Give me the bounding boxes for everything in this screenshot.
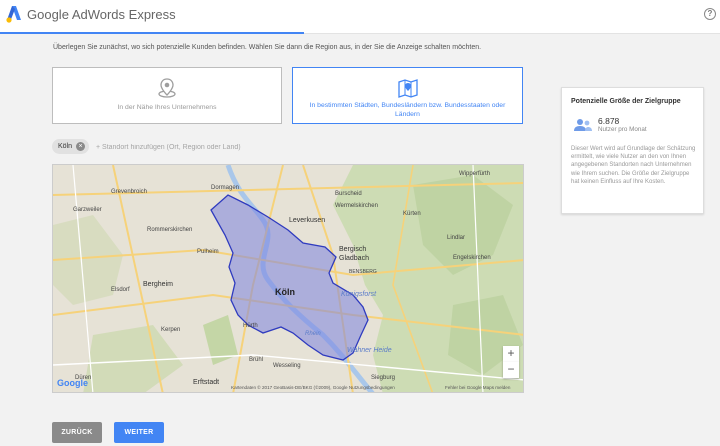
map-label: Rommerskirchen xyxy=(147,227,193,233)
map-label: Bergisch Gladbach xyxy=(339,246,369,262)
map-label: Rhein xyxy=(305,331,321,337)
map-label: Wipperfürth xyxy=(459,171,491,177)
progress-accent-bar xyxy=(0,32,304,34)
option-near-business-label: In der Nähe Ihres Unternehmens xyxy=(117,104,217,111)
report-map-error-link[interactable]: Fehler bei Google Maps melden xyxy=(445,385,510,390)
option-specific-areas[interactable]: In bestimmten Städten, Bundesländern bzw… xyxy=(292,67,523,124)
map-label: BENSBERG xyxy=(349,269,377,275)
map-label: Garzweiler xyxy=(73,207,102,213)
audience-size-panel: Potenzielle Größe der Zielgruppe 6.878 N… xyxy=(561,87,704,214)
people-icon xyxy=(574,119,592,131)
app-title: Google AdWords Express xyxy=(27,7,176,22)
zoom-in-button[interactable]: + xyxy=(503,346,519,362)
map-label: Grevenbroich xyxy=(111,189,148,195)
map-label: Engelskirchen xyxy=(453,255,491,261)
map-label: Brühl xyxy=(249,357,264,363)
adwords-logo-icon xyxy=(6,6,21,23)
back-button[interactable]: ZURÜCK xyxy=(52,422,102,443)
add-location-input[interactable] xyxy=(96,141,296,153)
map-label: Erftstadt xyxy=(193,379,220,386)
map-label: Königsforst xyxy=(341,291,377,298)
google-logo: Google xyxy=(57,378,88,388)
map-label: Siegburg xyxy=(371,375,396,381)
audience-count: 6.878 xyxy=(598,116,620,126)
option-near-business[interactable]: In der Nähe Ihres Unternehmens xyxy=(52,67,282,124)
audience-description: Dieser Wert wird auf Grundlage der Schät… xyxy=(571,146,696,185)
map-label: Kerpen xyxy=(161,327,181,333)
option-specific-areas-label: In bestimmten Städten, Bundesländern bzw… xyxy=(309,102,506,118)
map-label: Köln xyxy=(275,287,295,297)
map-canvas xyxy=(53,165,523,392)
map-label: Hürth xyxy=(243,323,258,329)
map-label: Kürten xyxy=(403,211,421,217)
remove-location-icon[interactable]: × xyxy=(76,142,85,151)
location-chip[interactable]: Köln × xyxy=(52,139,89,154)
map-attribution[interactable]: Kartendaten © 2017 GeoBasis-DE/BKG (©200… xyxy=(231,385,395,390)
app-header: Google AdWords Express ? xyxy=(0,0,720,34)
map-label: Wahner Heide xyxy=(347,347,392,354)
map-view[interactable]: Grevenbroich Dormagen Burscheid Wipperfü… xyxy=(52,164,524,393)
map-pin-icon xyxy=(397,79,418,98)
map-label: Dormagen xyxy=(211,185,240,191)
instruction-text: Überlegen Sie zunächst, wo sich potenzie… xyxy=(53,44,482,51)
map-label: Elsdorf xyxy=(111,287,130,293)
audience-title: Potenzielle Größe der Zielgruppe xyxy=(571,98,681,105)
help-icon[interactable]: ? xyxy=(704,8,716,20)
map-label: Leverkusen xyxy=(289,217,326,224)
map-label: Wesseling xyxy=(273,363,301,369)
audience-unit: Nutzer pro Monat xyxy=(598,126,647,133)
map-label: Lindlar xyxy=(447,235,466,241)
location-pin-icon xyxy=(158,78,176,98)
map-label: Burscheid xyxy=(335,191,362,197)
map-label: Pulheim xyxy=(197,249,219,255)
map-label: Wermelskirchen xyxy=(335,203,378,209)
location-chip-label: Köln xyxy=(58,143,73,150)
next-button[interactable]: WEITER xyxy=(114,422,164,443)
map-label: Bergheim xyxy=(143,281,173,288)
google-logo-text: Google xyxy=(57,378,88,388)
zoom-out-button[interactable]: − xyxy=(503,362,519,378)
